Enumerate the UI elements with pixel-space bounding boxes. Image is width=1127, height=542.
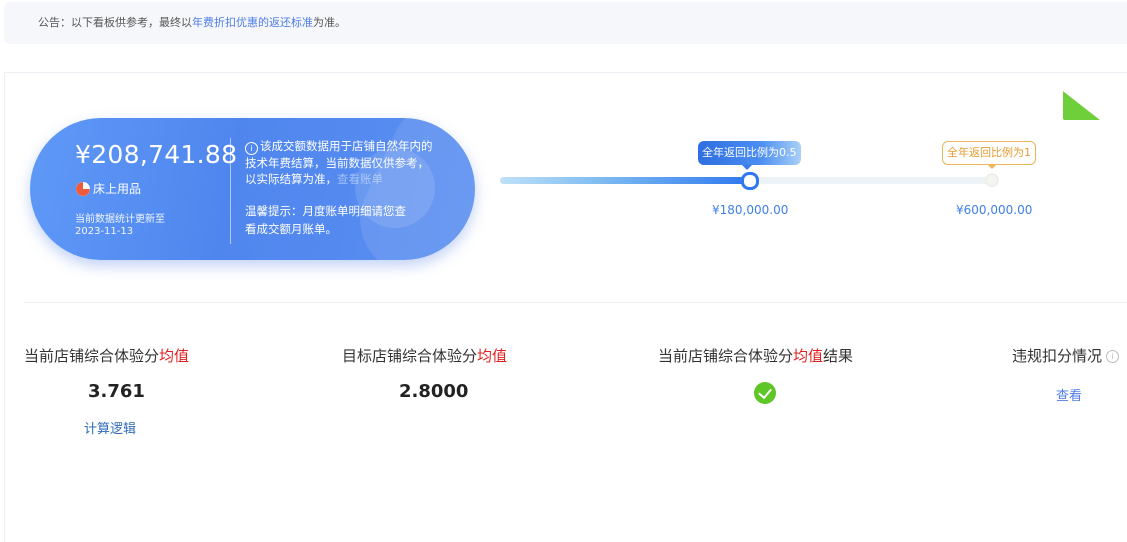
notice-link[interactable]: 年费折扣优惠的返还标准: [192, 16, 313, 29]
question-icon[interactable]: i: [1106, 350, 1120, 363]
ribbon-label: 履约: [1091, 73, 1122, 101]
tick-current-amount: ¥180,000.00: [712, 203, 789, 217]
metric-label-suffix: 结果: [823, 347, 854, 365]
metric-result-label: 当前店铺综合体验分均值结果: [658, 345, 853, 366]
badge-target-ratio: 全年返回比例为1: [942, 141, 1036, 169]
info-icon: i: [245, 142, 258, 155]
section-divider: [24, 302, 1127, 303]
check-circle-icon: [754, 382, 776, 404]
turnover-summary-card: ¥208,741.88 床上用品 当前数据统计更新至 2023-11-13 i该…: [30, 118, 475, 260]
progress-fill: [500, 177, 748, 184]
view-bill-link[interactable]: 查看账单: [337, 172, 383, 186]
view-violation-link[interactable]: 查看: [1056, 385, 1082, 404]
badge-current-ratio: 全年返回比例为0.5: [698, 141, 801, 170]
category-pie-icon: [76, 181, 90, 196]
tip-line-2: 看成交额月账单。: [245, 222, 337, 236]
metric-label-highlight: 均值: [159, 347, 190, 365]
metric-label-highlight: 均值: [477, 347, 508, 365]
calc-logic-link[interactable]: 计算逻辑: [84, 418, 136, 437]
category-label: 床上用品: [93, 182, 142, 196]
metric-target-score-value: 2.8000: [399, 381, 469, 402]
turnover-amount: ¥208,741.88: [75, 140, 238, 169]
tick-target-amount: ¥600,000.00: [956, 203, 1033, 217]
metric-label-highlight: 均值: [793, 347, 824, 365]
notice-suffix: 为准。: [313, 16, 346, 29]
update-date: 2023-11-13: [75, 226, 134, 237]
metric-target-score-label: 目标店铺综合体验分均值: [342, 345, 507, 366]
update-label: 当前数据统计更新至: [75, 214, 165, 225]
metric-label-text: 目标店铺综合体验分: [342, 347, 478, 365]
tip-line-1: 温馨提示：月度账单明细请您查: [245, 204, 406, 218]
metric-label-text: 违规扣分情况: [1012, 347, 1103, 365]
notice-bar: 公告：以下看板供参考，最终以年费折扣优惠的返还标准为准。: [4, 2, 1127, 44]
info-line-3: 以实际结算为准，: [245, 172, 337, 186]
progress-node-current: [741, 172, 759, 190]
corner-ribbon: 履约: [1063, 72, 1127, 120]
info-line-1: 该成交额数据用于店铺自然年内的: [260, 139, 433, 153]
metric-violation-label: 违规扣分情况 i: [1012, 345, 1120, 366]
metric-current-score-value: 3.761: [88, 381, 145, 402]
metric-label-text: 当前店铺综合体验分: [24, 347, 160, 365]
info-line-2: 技术年费结算，当前数据仅供参考，: [245, 156, 429, 170]
metric-label-text: 当前店铺综合体验分: [658, 347, 794, 365]
notice-prefix: 公告：以下看板供参考，最终以: [38, 16, 192, 29]
tip-text: 温馨提示：月度账单明细请您查 看成交额月账单。: [245, 202, 425, 238]
progress-node-target: [985, 173, 999, 187]
info-text: i 该成交额数据用于店铺自然年内的 技术年费结算，当前数据仅供参考， 以实际结算为…: [245, 138, 465, 187]
card-divider: [230, 138, 231, 244]
metric-current-score-label: 当前店铺综合体验分均值: [24, 345, 189, 366]
category-tag: 床上用品: [76, 180, 141, 197]
